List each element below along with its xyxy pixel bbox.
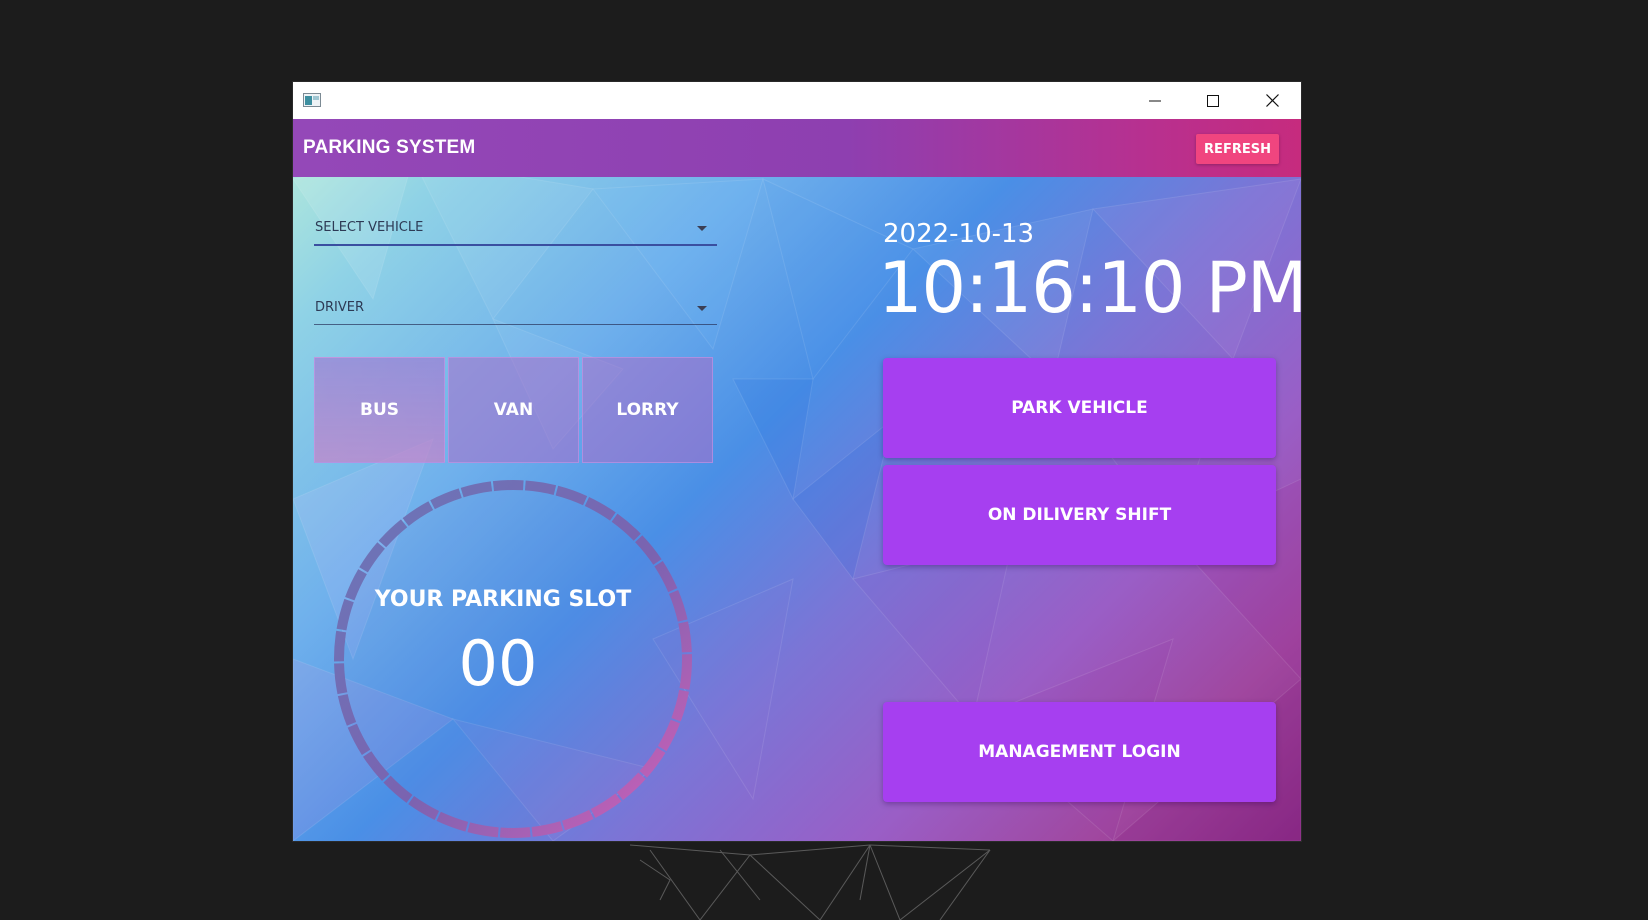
minimize-button[interactable] [1126,82,1184,119]
app-content: PARKING SYSTEM REFRESH SELECT VEHICLE DR… [293,119,1301,841]
refresh-button[interactable]: REFRESH [1196,134,1279,164]
delivery-shift-button[interactable]: ON DILIVERY SHIFT [883,465,1276,565]
select-vehicle-label: SELECT VEHICLE [315,220,424,235]
lorry-button[interactable]: LORRY [582,357,713,463]
maximize-button[interactable] [1184,82,1242,119]
desktop: PARKING SYSTEM REFRESH SELECT VEHICLE DR… [0,0,1648,920]
minimize-icon [1149,100,1161,101]
bus-button[interactable]: BUS [314,357,445,463]
current-time: 10:16:10 PM [878,247,1301,329]
close-icon [1265,94,1279,107]
driver-label: DRIVER [315,300,365,315]
park-vehicle-button[interactable]: PARK VEHICLE [883,358,1276,458]
window-titlebar[interactable] [293,82,1301,119]
app-window: PARKING SYSTEM REFRESH SELECT VEHICLE DR… [293,82,1301,841]
management-login-button[interactable]: MANAGEMENT LOGIN [883,702,1276,802]
maximize-icon [1207,94,1219,107]
close-button[interactable] [1243,82,1301,119]
chevron-down-icon [697,226,707,231]
select-vehicle-dropdown[interactable]: SELECT VEHICLE [314,214,717,246]
van-button[interactable]: VAN [448,357,579,463]
app-icon [303,93,321,107]
current-date: 2022-10-13 [883,219,1035,249]
parking-slot-number: 00 [458,627,538,700]
parking-slot-label: YOUR PARKING SLOT [374,587,632,612]
chevron-down-icon [697,306,707,311]
app-title: PARKING SYSTEM [303,137,476,158]
app-header: PARKING SYSTEM REFRESH [293,119,1301,177]
driver-dropdown[interactable]: DRIVER [314,294,717,325]
